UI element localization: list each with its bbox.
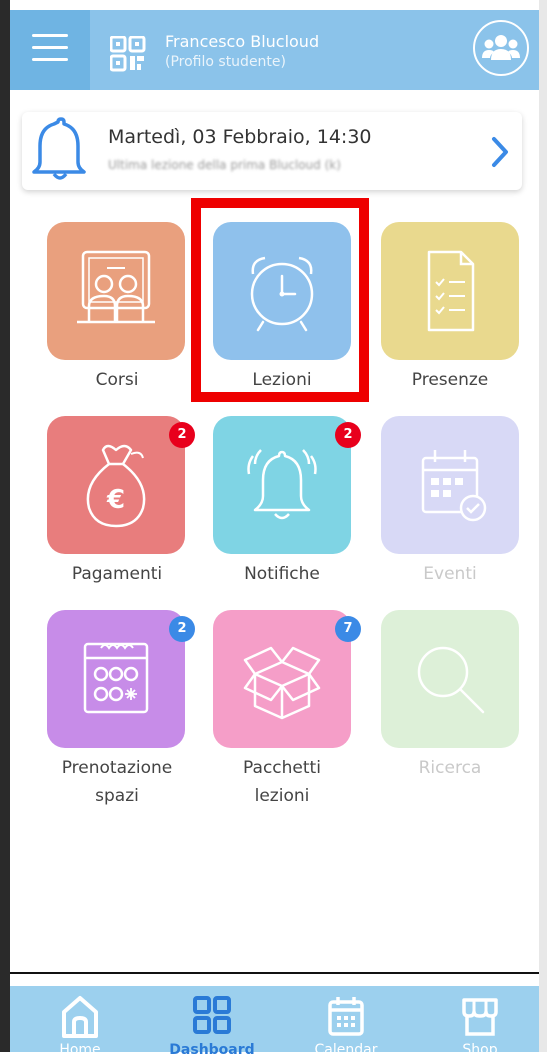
notification-badge: 2 xyxy=(169,422,195,448)
money-bag-icon: € xyxy=(86,444,146,528)
checklist-icon xyxy=(427,250,475,332)
dashboard-icon xyxy=(193,996,231,1034)
tile-pacchetti-lezioni[interactable]: 7 xyxy=(213,610,361,748)
user-name: Francesco Blucloud xyxy=(165,32,320,51)
next-lesson-description: Ultima lezione della prima Blucloud (k) xyxy=(108,158,341,172)
tile-label-ricerca: Ricerca xyxy=(418,758,482,778)
ringing-bell-icon xyxy=(247,449,317,520)
nav-shop[interactable]: Shop xyxy=(430,986,530,1058)
nav-label-shop: Shop xyxy=(462,1042,498,1058)
calendar-icon xyxy=(328,997,364,1036)
tile-label-pacchetti-lezioni: Pacchetti lezioni xyxy=(243,758,321,806)
classroom-icon xyxy=(77,250,155,324)
profile-switch-button[interactable] xyxy=(473,20,529,76)
device-frame-left xyxy=(0,0,10,1052)
nav-label-calendar: Calendar xyxy=(314,1042,378,1058)
tile-notifiche[interactable]: 2 xyxy=(213,416,361,554)
tile-ricerca xyxy=(381,610,519,748)
notification-badge: 2 xyxy=(335,422,361,448)
nav-dashboard[interactable]: Dashboard xyxy=(162,986,262,1058)
chevron-right-icon[interactable] xyxy=(490,136,510,168)
package-icon xyxy=(243,646,321,720)
user-profile-type: (Profilo studente) xyxy=(165,54,286,70)
tile-label-pagamenti: Pagamenti xyxy=(71,564,163,584)
nav-home[interactable]: Home xyxy=(30,986,130,1058)
tile-label-notifiche: Notifiche xyxy=(244,564,320,584)
nav-label-home: Home xyxy=(59,1042,101,1058)
qr-code-icon[interactable] xyxy=(110,36,146,72)
tile-label-presenze: Presenze xyxy=(411,370,489,390)
group-icon xyxy=(482,35,520,60)
app-header: Francesco Blucloud (Profilo studente) xyxy=(10,10,539,90)
phone-screen: Francesco Blucloud (Profilo studente) Ma… xyxy=(0,0,547,1058)
menu-icon xyxy=(32,34,68,64)
tile-label-prenotazione-spazi: Prenotazione spazi xyxy=(61,758,173,806)
tile-prenotazione-spazi[interactable]: 2 xyxy=(47,610,195,748)
notification-badge: 2 xyxy=(169,616,195,642)
tile-pagamenti[interactable]: € 2 xyxy=(47,416,195,554)
next-lesson-datetime: Martedì, 03 Febbraio, 14:30 xyxy=(108,126,372,148)
search-icon xyxy=(417,646,485,714)
home-icon xyxy=(62,996,98,1038)
tile-label-corsi: Corsi xyxy=(95,370,139,390)
divider xyxy=(10,972,539,974)
highlight-box xyxy=(191,198,369,402)
shop-icon xyxy=(462,998,498,1036)
tile-corsi[interactable] xyxy=(47,222,185,360)
notification-badge: 7 xyxy=(335,616,361,642)
svg-text:€: € xyxy=(106,485,125,515)
next-lesson-card[interactable]: Martedì, 03 Febbraio, 14:30 Ultima lezio… xyxy=(22,112,522,190)
menu-button[interactable] xyxy=(10,10,90,90)
tile-presenze[interactable] xyxy=(381,222,519,360)
tile-eventi xyxy=(381,416,519,554)
device-frame-right xyxy=(539,0,547,1052)
nav-calendar[interactable]: Calendar xyxy=(296,986,396,1058)
calendar-grid-icon xyxy=(83,642,149,714)
tile-label-eventi: Eventi xyxy=(423,564,477,584)
calendar-check-icon xyxy=(421,450,487,522)
nav-label-dashboard: Dashboard xyxy=(169,1042,255,1058)
bell-icon xyxy=(32,117,86,180)
bottom-nav: Home Dashboard Calendar Shop xyxy=(10,986,539,1058)
